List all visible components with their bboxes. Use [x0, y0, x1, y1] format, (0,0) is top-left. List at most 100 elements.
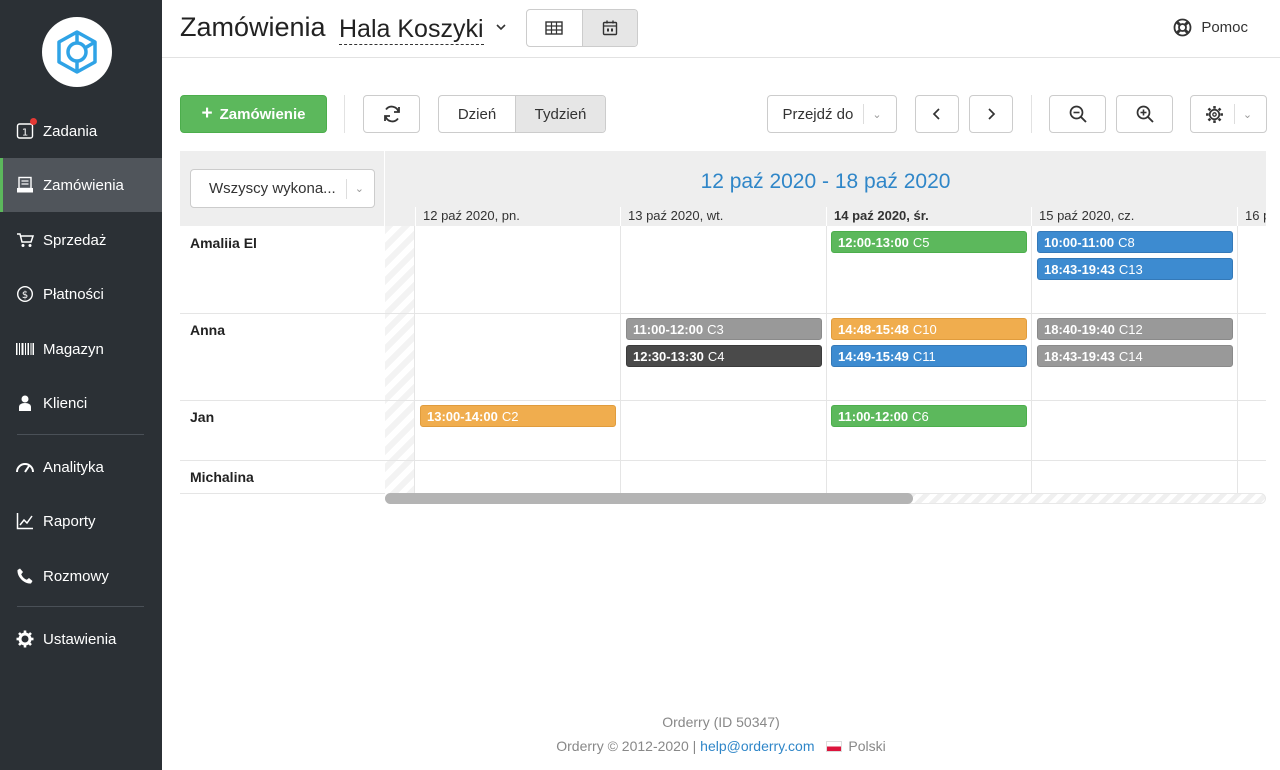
sidebar-item-raporty[interactable]: Raporty: [0, 494, 162, 548]
order-event[interactable]: 14:49-15:49 C11: [831, 345, 1027, 367]
event-code: C11: [912, 349, 936, 364]
sidebar-item-magazyn[interactable]: Magazyn: [0, 322, 162, 376]
calendar-scheduler: Wszyscy wykona... ⌄ 12 paź 2020 - 18 paź…: [180, 151, 1266, 506]
sidebar-item-analityka[interactable]: Analityka: [0, 440, 162, 494]
gauge-icon: [15, 457, 35, 477]
tasks-calendar-icon: 1: [15, 118, 37, 141]
sidebar-item-ustawienia[interactable]: Ustawienia: [0, 612, 162, 666]
location-selector[interactable]: Hala Koszyki: [339, 14, 484, 45]
day-view-button[interactable]: Dzień: [439, 96, 515, 132]
add-order-button[interactable]: + Zamówienie: [180, 95, 327, 133]
day-divider: [620, 226, 621, 493]
staff-filter-value: Wszyscy wykona...: [209, 180, 336, 197]
footer-line: Orderry © 2012-2020 | help@orderry.com P…: [162, 738, 1280, 754]
sidebar: 1 Zadania Zamówienia Sprzedaż $ Płatnośc…: [0, 0, 162, 770]
plus-icon: +: [201, 103, 213, 124]
view-toggle: [526, 9, 638, 47]
sidebar-item-klienci[interactable]: Klienci: [0, 376, 162, 430]
phone-icon: [15, 566, 35, 586]
zoom-out-button[interactable]: [1049, 95, 1106, 133]
staff-filter-dropdown[interactable]: Wszyscy wykona... ⌄: [190, 169, 375, 208]
event-code: C8: [1118, 235, 1135, 250]
event-time: 18:43-19:43: [1044, 262, 1115, 277]
order-event[interactable]: 10:00-11:00 C8: [1037, 231, 1233, 253]
table-view-button[interactable]: [527, 10, 582, 46]
sidebar-item-platnosci[interactable]: $ Płatności: [0, 267, 162, 321]
svg-text:1: 1: [22, 128, 28, 139]
order-event[interactable]: 11:00-12:00 C6: [831, 405, 1027, 427]
day-header: 16 paź 2020, pt.: [1237, 207, 1266, 226]
refresh-button[interactable]: [363, 95, 420, 133]
event-time: 11:00-12:00: [838, 409, 909, 424]
week-view-button[interactable]: Tydzień: [515, 96, 605, 132]
zoom-in-button[interactable]: [1116, 95, 1173, 133]
order-event[interactable]: 13:00-14:00 C2: [420, 405, 616, 427]
calendar-view-button[interactable]: [581, 10, 637, 46]
event-time: 18:43-19:43: [1044, 349, 1115, 364]
chevron-right-icon: [988, 108, 996, 120]
settings-dropdown[interactable]: ⌄: [1190, 95, 1267, 133]
sidebar-item-label: Analityka: [43, 458, 104, 476]
event-code: C4: [707, 349, 725, 364]
row-divider: [180, 493, 385, 494]
day-divider: [826, 226, 827, 493]
toolbar-divider: [344, 95, 345, 133]
add-order-label: Zamówienie: [219, 105, 306, 123]
sidebar-item-zadania[interactable]: 1 Zadania: [0, 104, 162, 158]
lifebuoy-icon: [1173, 18, 1192, 37]
horizontal-scrollbar-thumb[interactable]: [385, 493, 913, 504]
event-code: C3: [707, 322, 724, 337]
order-event[interactable]: 18:43-19:43 C13: [1037, 258, 1233, 280]
timeline-header: 12 paź 2020 - 18 paź 2020 12 paź 2020, p…: [385, 151, 1266, 226]
goto-dropdown[interactable]: Przejdź do ⌄: [767, 95, 897, 133]
staff-name: Anna: [190, 322, 225, 338]
sidebar-item-label: Zamówienia: [43, 176, 124, 194]
sidebar-item-zamowienia[interactable]: Zamówienia: [0, 158, 162, 212]
order-event[interactable]: 14:48-15:48 C10: [831, 318, 1027, 340]
table-icon: [545, 21, 563, 35]
cart-icon: [15, 230, 35, 250]
support-email-link[interactable]: help@orderry.com: [700, 738, 814, 754]
help-link[interactable]: Pomoc: [1173, 18, 1248, 37]
nav-divider: [17, 434, 144, 435]
sidebar-item-label: Magazyn: [43, 340, 104, 358]
orders-icon: [15, 175, 35, 195]
order-event[interactable]: 11:00-12:00 C3: [626, 318, 822, 340]
chevron-down-icon[interactable]: [496, 18, 506, 34]
sidebar-item-sprzedaz[interactable]: Sprzedaż: [0, 213, 162, 267]
sidebar-item-label: Rozmowy: [43, 567, 109, 585]
sidebar-item-label: Sprzedaż: [43, 231, 107, 249]
top-header: Zamówienia Hala Koszyki Pomoc: [162, 0, 1280, 58]
svg-text:$: $: [22, 290, 28, 301]
staff-name: Michalina: [190, 469, 254, 485]
gear-icon: [1205, 105, 1223, 123]
sidebar-item-rozmowy[interactable]: Rozmowy: [0, 549, 162, 603]
sidebar-item-label: Zadania: [43, 122, 98, 140]
chevron-down-icon: ⌄: [345, 178, 364, 199]
help-label: Pomoc: [1201, 19, 1248, 36]
day-divider: [1237, 226, 1238, 493]
range-toggle: Dzień Tydzień: [438, 95, 606, 133]
person-icon: [15, 393, 35, 413]
order-event[interactable]: 18:40-19:40 C12: [1037, 318, 1233, 340]
cube-logo-icon: [57, 30, 97, 74]
date-range-title: 12 paź 2020 - 18 paź 2020: [700, 170, 951, 193]
chevron-down-icon: ⌄: [1233, 104, 1252, 124]
toolbar-divider: [1031, 95, 1032, 133]
gear-icon: [15, 629, 35, 649]
next-button[interactable]: [969, 95, 1013, 133]
dollar-coin-icon: $: [15, 284, 35, 304]
sidebar-item-label: Klienci: [43, 394, 88, 412]
prev-button[interactable]: [915, 95, 959, 133]
event-code: C6: [912, 409, 929, 424]
event-time: 12:30-13:30: [633, 349, 704, 364]
order-event[interactable]: 18:43-19:43 C14: [1037, 345, 1233, 367]
event-time: 14:49-15:49: [838, 349, 909, 364]
order-event[interactable]: 12:00-13:00 C5: [831, 231, 1027, 253]
zoom-out-icon: [1069, 105, 1087, 123]
order-event[interactable]: 12:30-13:30 C4: [626, 345, 822, 367]
nav-divider: [17, 606, 144, 607]
logo[interactable]: [42, 17, 112, 87]
line-chart-icon: [15, 511, 35, 531]
language-selector[interactable]: Polski: [848, 738, 885, 754]
